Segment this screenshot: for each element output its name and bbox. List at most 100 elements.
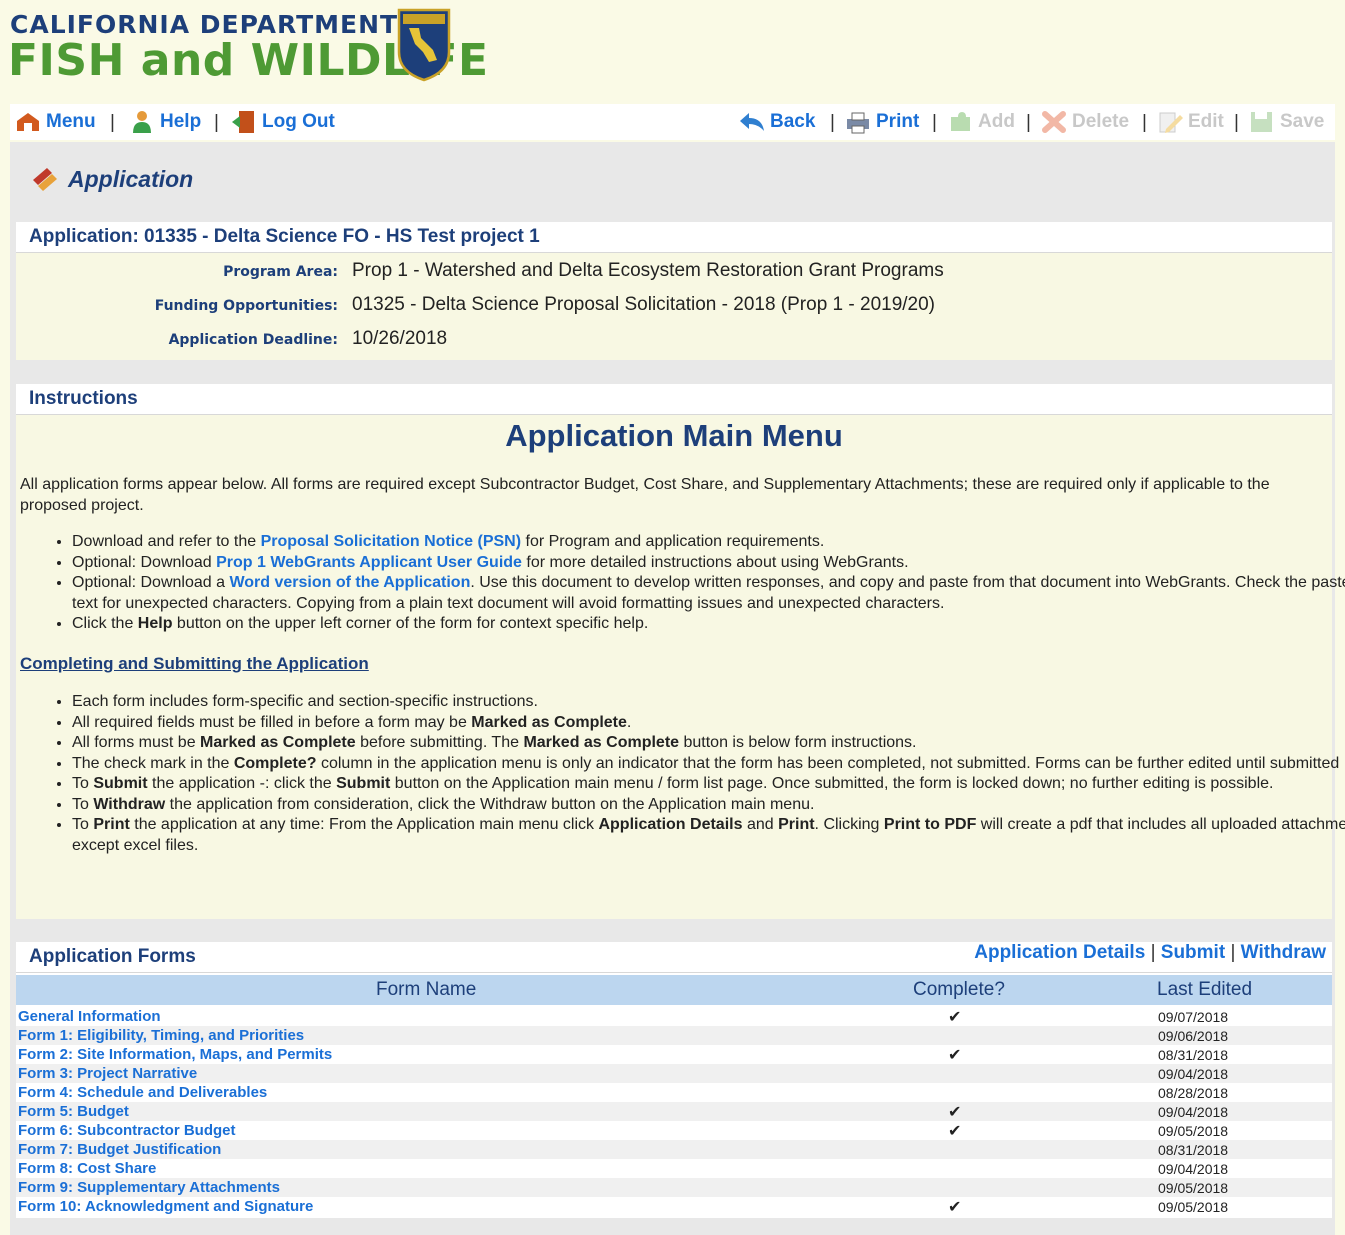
list-item: Click the Help button on the upper left … [72,614,1345,635]
application-forms-panel: Application Forms Application Details | … [16,942,1332,1218]
last-edited-date: 09/05/2018 [1158,1199,1229,1215]
toolbar-separator: | [1142,112,1147,133]
forms-heading-text: Application Forms [29,946,196,967]
form-link[interactable]: Form 1: Eligibility, Timing, and Priorit… [18,1026,304,1045]
list-item: Optional: Download a Word version of the… [72,573,1345,614]
last-edited-date: 08/31/2018 [1158,1142,1229,1158]
complete-check-icon: ✔ [948,1121,962,1140]
logout-button[interactable]: Log Out [230,109,335,135]
add-button[interactable]: Add [946,109,1015,135]
main-menu-title: Application Main Menu [505,418,843,453]
form-link[interactable]: General Information [18,1007,161,1026]
application-details-link[interactable]: Application Details [974,942,1145,963]
forms-action-links: Application Details | Submit | Withdraw [974,942,1326,972]
funding-label: Funding Opportunities: [154,298,338,314]
table-row: Form 3: Project Narrative 09/04/2018 [16,1064,1332,1083]
back-label: Back [770,111,816,132]
last-edited-date: 09/05/2018 [1158,1180,1229,1196]
form-link[interactable]: Form 2: Site Information, Maps, and Perm… [18,1045,332,1064]
last-edited-date: 09/07/2018 [1158,1009,1229,1025]
intro-paragraph: All application forms appear below. All … [20,476,1270,514]
form-link[interactable]: Form 6: Subcontractor Budget [18,1121,236,1140]
instructions-heading: Instructions [16,384,1332,415]
page-title: Application [30,164,193,194]
application-heading: Application: 01335 - Delta Science FO - … [16,222,1332,253]
print-label: Print [876,111,920,132]
col-complete: Complete? [913,979,1005,1000]
complete-check-icon: ✔ [948,1197,962,1216]
form-link[interactable]: Form 4: Schedule and Deliverables [18,1083,267,1102]
program-area-value: Prop 1 - Watershed and Delta Ecosystem R… [352,260,944,281]
form-link[interactable]: Form 5: Budget [18,1102,129,1121]
back-button[interactable]: Back [738,109,815,135]
user-guide-link[interactable]: Prop 1 WebGrants Applicant User Guide [216,554,522,571]
col-last-edited: Last Edited [1157,979,1253,1000]
table-row: Form 7: Budget Justification 08/31/2018 [16,1140,1332,1159]
list-item: Each form includes form-specific and sec… [72,692,1345,713]
menu-button[interactable]: Menu [14,109,96,135]
add-label: Add [978,111,1015,132]
table-row: Form 4: Schedule and Deliverables 08/28/2… [16,1083,1332,1102]
deadline-value: 10/26/2018 [352,328,448,349]
form-link[interactable]: Form 8: Cost Share [18,1159,156,1178]
toolbar-separator: | [110,112,115,133]
site-header: CALIFORNIA DEPARTMENT OF FISH and WILDLI… [0,0,1345,102]
deadline-label: Application Deadline: [168,332,338,348]
save-label: Save [1280,111,1325,132]
table-row: Form 9: Supplementary Attachments 09/05/2… [16,1178,1332,1197]
list-item: Download and refer to the Proposal Solic… [72,532,1345,553]
program-area-label: Program Area: [223,264,338,280]
psn-link[interactable]: Proposal Solicitation Notice (PSN) [261,533,521,550]
program-area-row: Program Area: Prop 1 - Watershed and Del… [16,258,1332,288]
toolbar-separator: | [1234,112,1239,133]
last-edited-date: 09/04/2018 [1158,1104,1229,1120]
list-item: To Print the application at any time: Fr… [72,815,1345,856]
edit-pencil-icon [1159,112,1183,133]
list-item: To Withdraw the application from conside… [72,795,1345,816]
form-link[interactable]: Form 3: Project Narrative [18,1064,197,1083]
last-edited-date: 08/28/2018 [1158,1085,1229,1101]
last-edited-date: 09/04/2018 [1158,1161,1229,1177]
table-row: Form 5: Budget ✔ 09/04/2018 [16,1102,1332,1121]
withdraw-link[interactable]: Withdraw [1241,942,1326,963]
edit-button[interactable]: Edit [1156,109,1224,135]
funding-value: 01325 - Delta Science Proposal Solicitat… [352,294,936,315]
form-link[interactable]: Form 9: Supplementary Attachments [18,1178,280,1197]
help-person-icon [133,111,151,133]
last-edited-date: 08/31/2018 [1158,1047,1229,1063]
main-content: Application Application: 01335 - Delta S… [10,142,1345,1235]
door-exit-icon [232,111,254,133]
forms-table-body: General Information ✔ 09/07/2018 Form 1: El… [16,1007,1332,1216]
back-arrow-icon [740,113,764,131]
help-button[interactable]: Help [128,109,201,135]
add-puzzle-icon [951,112,970,131]
help-label: Help [160,111,202,132]
delete-x-icon [1042,111,1066,133]
table-row: Form 6: Subcontractor Budget ✔ 09/05/2018 [16,1121,1332,1140]
last-edited-date: 09/04/2018 [1158,1066,1229,1082]
cdfw-badge-logo [397,8,451,82]
toolbar-separator: | [1026,112,1031,133]
submit-link[interactable]: Submit [1161,942,1225,963]
form-link[interactable]: Form 7: Budget Justification [18,1140,221,1159]
delete-button[interactable]: Delete [1040,109,1129,135]
form-link[interactable]: Form 10: Acknowledgment and Signature [18,1197,313,1216]
list-item: To Submit the application -: click the S… [72,774,1345,795]
link-separator: | [1230,942,1236,963]
delete-label: Delete [1072,111,1130,132]
completing-submitting-heading: Completing and Submitting the Applicatio… [20,654,369,673]
word-version-link[interactable]: Word version of the Application [229,574,470,591]
list-item: Optional: Download Prop 1 WebGrants Appl… [72,553,1345,574]
funding-row: Funding Opportunities: 01325 - Delta Sci… [16,292,1332,322]
save-disk-icon [1251,112,1272,132]
list-item: All required fields must be filled in be… [72,713,1345,734]
table-row: Form 2: Site Information, Maps, and Perm… [16,1045,1332,1064]
menu-icon [17,113,39,131]
list-item: All forms must be Marked as Complete bef… [72,733,1345,754]
printer-icon [847,112,869,134]
table-row: Form 8: Cost Share 09/04/2018 [16,1159,1332,1178]
save-button[interactable]: Save [1248,109,1324,135]
instructions-panel: Instructions Application Main Menu All a… [16,384,1345,919]
toolbar-separator: | [932,112,937,133]
print-button[interactable]: Print [844,109,919,135]
